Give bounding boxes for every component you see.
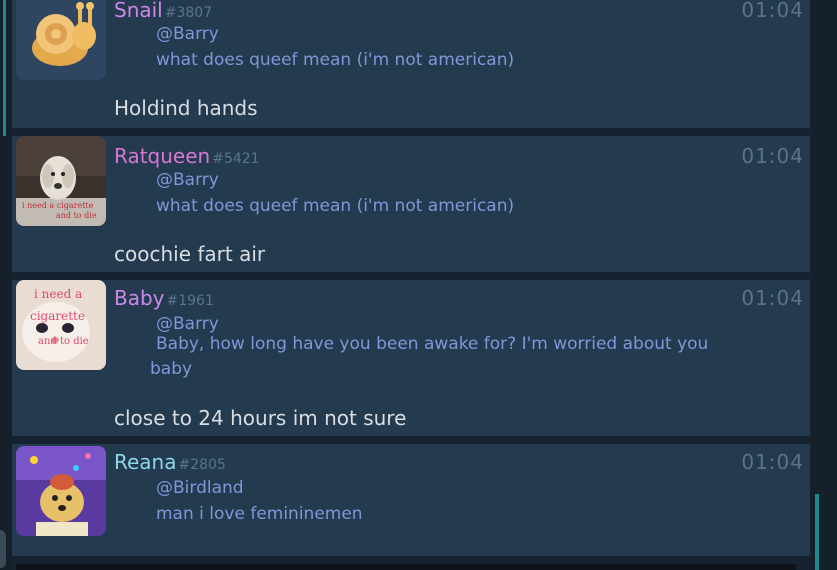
left-accent-bar (3, 0, 6, 136)
username[interactable]: Baby (114, 286, 165, 310)
username[interactable]: Snail (114, 0, 163, 22)
message-header: Ratqueen #5421 (114, 144, 260, 168)
message-header: Baby #1961 (114, 286, 214, 310)
quoted-message-line-1[interactable]: Baby, how long have you been awake for? … (156, 332, 708, 356)
message-item: Snail #3807 01:04 @Barry what does queef … (12, 0, 810, 128)
message-feed: Snail #3807 01:04 @Barry what does queef … (12, 0, 812, 570)
reply-mention[interactable]: @Birdland (156, 478, 244, 498)
message-text: Holdind hands (114, 96, 258, 120)
message-header: Snail #3807 (114, 0, 212, 22)
username[interactable]: Ratqueen (114, 144, 210, 168)
left-panel-handle[interactable] (0, 530, 6, 568)
message-item: Reana #2805 01:04 @Birdland man i love fe… (12, 444, 810, 556)
user-tag: #1961 (166, 293, 214, 309)
dog-cigarette-avatar[interactable]: i need a cigarette and to die (16, 136, 106, 226)
timestamp: 01:04 (741, 144, 804, 168)
message-text: coochie fart air (114, 242, 266, 266)
bottom-edge (16, 564, 796, 570)
svg-text:and to die: and to die (56, 211, 97, 220)
puppy-party-avatar[interactable] (16, 446, 106, 536)
svg-text:i need a: i need a (34, 287, 82, 301)
cat-cigarette-avatar[interactable]: i need a cigarette and to die (16, 280, 106, 370)
message-item: i need a cigarette and to die Ratqueen #5… (12, 136, 810, 272)
user-tag: #2805 (178, 457, 226, 473)
reply-mention[interactable]: @Barry (156, 314, 219, 334)
snail-plush-avatar[interactable] (16, 0, 106, 80)
quoted-message-line-2[interactable]: baby (150, 357, 192, 381)
username[interactable]: Reana (114, 450, 177, 474)
svg-text:cigarette: cigarette (30, 309, 85, 323)
quoted-message[interactable]: what does queef mean (i'm not american) (156, 194, 514, 218)
user-tag: #3807 (164, 5, 213, 21)
message-header: Reana #2805 (114, 450, 226, 474)
reply-mention[interactable]: @Barry (156, 170, 219, 190)
chat-window: Snail #3807 01:04 @Barry what does queef … (0, 0, 837, 570)
svg-text:and to die: and to die (38, 336, 89, 347)
quoted-message[interactable]: man i love femininemen (156, 502, 363, 526)
user-tag: #5421 (212, 151, 260, 167)
timestamp: 01:04 (741, 0, 804, 22)
message-text: close to 24 hours im not sure (114, 406, 407, 430)
timestamp: 01:04 (741, 286, 804, 310)
message-item: i need a cigarette and to die Baby #1961 … (12, 280, 810, 436)
reply-mention[interactable]: @Barry (156, 24, 219, 44)
scrollbar-thumb[interactable] (815, 494, 819, 570)
svg-text:i need a cigarette: i need a cigarette (22, 201, 94, 210)
left-rail (0, 0, 12, 570)
timestamp: 01:04 (741, 450, 804, 474)
quoted-message[interactable]: what does queef mean (i'm not american) (156, 48, 514, 72)
scrollbar-track[interactable] (812, 0, 837, 570)
